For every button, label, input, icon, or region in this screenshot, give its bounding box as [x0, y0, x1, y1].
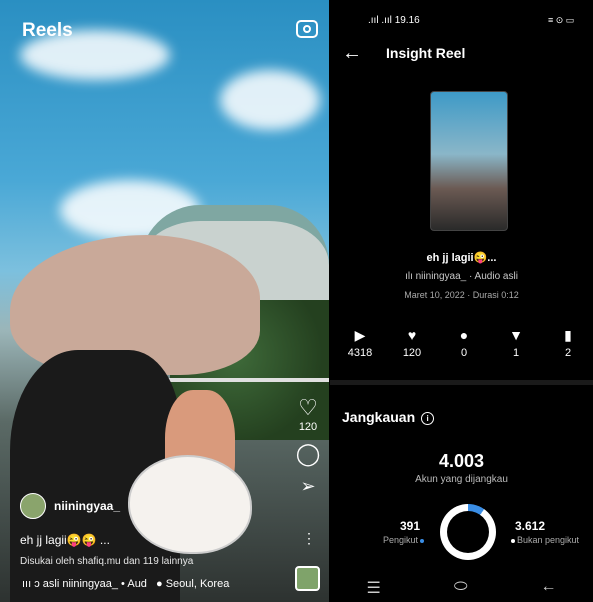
- shares-value: 1: [512, 347, 520, 359]
- likes-value: 120: [402, 347, 422, 359]
- send-icon[interactable]: ➢: [292, 473, 324, 499]
- comment-icon: ●: [459, 327, 469, 343]
- comments-value: 0: [460, 347, 468, 359]
- accounts-reached-value: 4.003: [438, 451, 485, 471]
- author-name[interactable]: niiningyaa_: [54, 499, 120, 513]
- insight-panel: .ııl .ııl 19.16 ≡ ⊙ ▭ ← Insight Reel eh …: [330, 0, 593, 602]
- caption[interactable]: eh jj lagii😜😜 ...: [20, 533, 110, 547]
- side-actions: ♡ 120 ◯ ➢: [292, 395, 324, 499]
- back-icon[interactable]: ←: [540, 578, 556, 598]
- reels-viewer[interactable]: Reels ♡ 120 ◯ ➢ niiningyaa_ eh jj lagii😜…: [0, 0, 329, 602]
- send-icon: ▼: [509, 327, 523, 343]
- stat-comments: ● 0: [444, 327, 484, 359]
- reel-caption: eh jj lagii😜...: [426, 252, 497, 264]
- signal-icon: .ııl .ııl: [368, 15, 392, 26]
- followers-label-row: Pengikut: [360, 535, 424, 545]
- non-followers-legend-dot: [511, 538, 515, 543]
- saves-value: 2: [564, 347, 572, 359]
- heart-icon: ♥: [407, 327, 417, 343]
- menu-icon[interactable]: ☰: [366, 578, 380, 598]
- info-icon[interactable]: i: [421, 411, 435, 425]
- play-icon: ▶: [354, 327, 366, 343]
- plays-value: 4318: [347, 347, 373, 359]
- stats-row: ▶ 4318 ♥ 120 ● 0 ▼ 1 ▮ 2: [340, 327, 588, 359]
- non-followers-value: 3.612: [515, 519, 546, 533]
- reach-donut-chart: [440, 504, 496, 560]
- status-bar: .ııl .ııl 19.16: [368, 15, 420, 26]
- reels-title: Reels: [22, 20, 73, 41]
- avatar[interactable]: [20, 493, 46, 519]
- more-options-icon[interactable]: ⋮: [302, 530, 316, 547]
- location-text[interactable]: Seoul, Korea: [166, 578, 230, 590]
- reach-section-title: Jangkauan i: [342, 409, 435, 425]
- back-arrow-icon[interactable]: ←: [342, 42, 362, 65]
- non-followers-label: Bukan pengikut: [517, 535, 580, 545]
- reel-thumbnail[interactable]: [430, 91, 508, 231]
- followers-legend-dot: [420, 538, 424, 543]
- home-icon[interactable]: ⬭: [454, 578, 468, 598]
- non-followers-label-row: Bukan pengikut: [511, 535, 579, 545]
- audio-thumbnail[interactable]: [295, 566, 320, 591]
- liked-by[interactable]: Disukai oleh shafiq.mu dan 119 lainnya: [20, 556, 193, 567]
- audio-row[interactable]: ııı ɔ asli niiningyaa_ • Aud ● Seoul, Ko…: [22, 578, 229, 590]
- location-pin-icon: ●: [156, 578, 163, 590]
- followers-value: 391: [399, 519, 420, 533]
- followers-label: Pengikut: [382, 535, 418, 545]
- like-count: 120: [298, 421, 318, 433]
- section-divider: [330, 380, 593, 385]
- stat-plays: ▶ 4318: [340, 327, 380, 359]
- reel-audio[interactable]: ılı niiningyaa_ · Audio asli: [330, 271, 593, 282]
- status-time: 19.16: [394, 15, 420, 26]
- page-title: Insight Reel: [386, 45, 466, 61]
- stat-shares: ▼ 1: [496, 327, 536, 359]
- bookmark-icon: ▮: [564, 327, 572, 343]
- reach-title: Jangkauan: [342, 409, 416, 425]
- stat-saves: ▮ 2: [548, 327, 588, 359]
- author-row[interactable]: niiningyaa_: [20, 493, 120, 519]
- heart-icon[interactable]: ♡: [292, 395, 324, 421]
- cloud: [220, 70, 320, 130]
- comment-icon[interactable]: ◯: [292, 441, 324, 467]
- status-icons: ≡ ⊙ ▭: [548, 15, 575, 25]
- reel-date: Maret 10, 2022 · Durasi 0:12: [404, 290, 519, 300]
- audio-wave-icon: ılı: [405, 271, 416, 282]
- audio-text[interactable]: ııı ɔ asli niiningyaa_ • Aud: [22, 578, 147, 590]
- accounts-reached-label: Akun yang dijangkau: [415, 474, 508, 485]
- bear-sticker: [128, 455, 252, 554]
- reel-audio-label[interactable]: niiningyaa_ · Audio asli: [416, 271, 518, 282]
- stat-likes: ♥ 120: [392, 327, 432, 359]
- camera-icon[interactable]: [296, 20, 318, 38]
- system-nav-bar: ☰ ⬭ ←: [330, 578, 593, 598]
